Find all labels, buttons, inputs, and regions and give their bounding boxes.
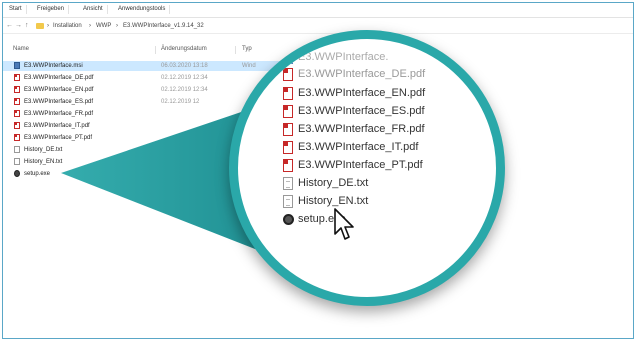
exe-icon [283, 214, 294, 225]
magnified-item-name: E3.WWPInterface_FR.pdf [298, 123, 425, 135]
pdf-icon [283, 159, 293, 172]
magnified-item-name: History_DE.txt [298, 177, 369, 189]
pdf-icon [283, 87, 293, 100]
magnified-item-name: E3.WWPInterface_ES.pdf [298, 105, 425, 117]
explorer-window: Start Freigeben Ansicht Anwendungstools … [2, 2, 634, 339]
msi-icon [283, 51, 293, 64]
pdf-icon [283, 123, 293, 136]
txt-icon [283, 195, 293, 208]
pdf-icon [283, 141, 293, 154]
magnifier-lens: E3.WWPInterface. E3.WWPInterface_DE.pdf … [229, 30, 505, 306]
magnified-item-name: E3.WWPInterface_IT.pdf [298, 141, 419, 153]
mouse-cursor-icon [334, 208, 354, 240]
pdf-icon [283, 68, 293, 81]
magnified-item-name: E3.WWPInterface_DE.pdf [298, 68, 426, 80]
magnified-item-name: E3.WWPInterface. [298, 51, 389, 63]
magnified-item-name: E3.WWPInterface_EN.pdf [298, 87, 426, 99]
txt-icon [283, 177, 293, 190]
pdf-icon [283, 105, 293, 118]
magnified-item-name: History_EN.txt [298, 195, 369, 207]
magnified-item-name: E3.WWPInterface_PT.pdf [298, 159, 423, 171]
